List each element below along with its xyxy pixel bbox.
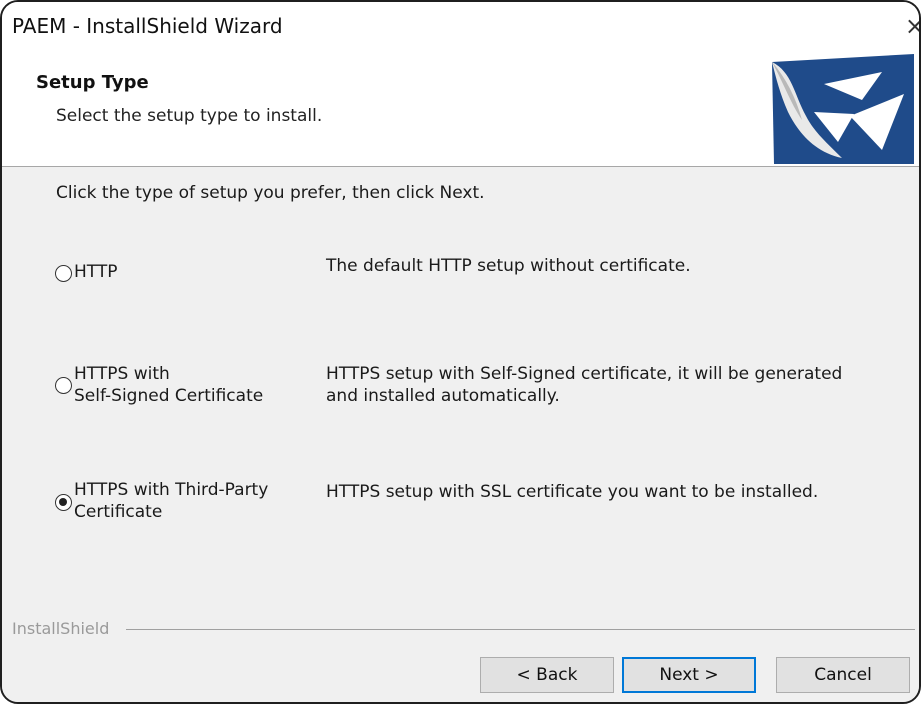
instruction-text: Click the type of setup you prefer, then… <box>56 183 485 203</box>
option-label-line: Certificate <box>74 502 163 522</box>
option-label-line: HTTPS with <box>74 364 170 384</box>
page-title: Setup Type <box>36 72 149 93</box>
option-description-line: and installed automatically. <box>326 386 560 406</box>
option-description-line: HTTPS setup with Self-Signed certificate… <box>326 364 843 384</box>
option-label[interactable]: HTTP <box>74 261 118 283</box>
option-label[interactable]: HTTPS with Self-Signed Certificate <box>74 363 263 407</box>
title-bar[interactable]: PAEM - InstallShield Wizard × <box>2 2 919 48</box>
installshield-brand-label: InstallShield <box>12 619 110 638</box>
radio-http[interactable] <box>55 265 72 282</box>
next-button[interactable]: Next > <box>622 657 756 693</box>
radio-https-self-signed[interactable] <box>55 377 72 394</box>
option-description-line: HTTPS setup with SSL certificate you wan… <box>326 482 819 502</box>
option-label[interactable]: HTTPS with Third-Party Certificate <box>74 479 268 523</box>
installshield-logo-icon <box>772 54 914 164</box>
cancel-button[interactable]: Cancel <box>776 657 910 693</box>
close-icon[interactable]: × <box>905 12 919 40</box>
option-description: HTTPS setup with Self-Signed certificate… <box>326 363 842 407</box>
option-description: The default HTTP setup without certifica… <box>326 255 691 277</box>
option-label-line: HTTPS with Third-Party <box>74 480 269 500</box>
option-label-line: HTTP <box>74 262 118 282</box>
page-subtitle: Select the setup type to install. <box>56 106 323 126</box>
radio-https-third-party[interactable] <box>55 494 72 511</box>
window-title: PAEM - InstallShield Wizard <box>12 14 283 38</box>
back-button[interactable]: < Back <box>480 657 614 693</box>
wizard-content: Click the type of setup you prefer, then… <box>2 167 919 702</box>
option-label-line: Self-Signed Certificate <box>74 386 264 406</box>
footer-divider <box>126 629 915 630</box>
option-description: HTTPS setup with SSL certificate you wan… <box>326 481 818 503</box>
option-description-line: The default HTTP setup without certifica… <box>326 256 691 276</box>
installer-window: PAEM - InstallShield Wizard × Setup Type… <box>0 0 921 704</box>
wizard-header: Setup Type Select the setup type to inst… <box>2 48 919 167</box>
